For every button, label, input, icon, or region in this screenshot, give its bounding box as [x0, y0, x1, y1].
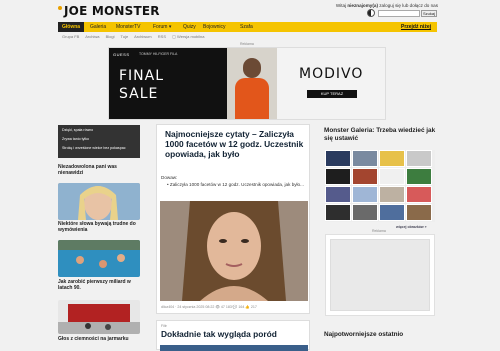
model-head-shape	[243, 58, 261, 78]
subnav-item[interactable]: Archiwa	[85, 34, 99, 39]
gallery-thumb[interactable]	[379, 150, 405, 167]
gallery-thumb[interactable]	[379, 186, 405, 203]
dark-box-line: Strokę i wrześlone wielce bez pokaspac	[62, 146, 126, 150]
subnav-item[interactable]: RSS	[158, 34, 166, 39]
nav-item-szafa[interactable]: Szafa	[240, 22, 253, 32]
left-item-title[interactable]: Jak zarobić pierwszy miliard w latach 90…	[58, 279, 140, 291]
dark-box-line: Zrywa tanio tylko	[62, 137, 89, 141]
banner-brands: TOMMY HILFIGER FILA	[139, 52, 178, 56]
banner-left-panel: GUESS TOMMY HILFIGER FILA FINAL SALE	[109, 48, 227, 119]
gallery-thumb[interactable]	[379, 204, 405, 221]
logo-text: JOE MONSTER	[64, 4, 160, 18]
left-dark-box[interactable]: Dzięki, spała równo Zrywa tanio tylko St…	[58, 125, 140, 158]
nav-item-monstertv[interactable]: MonsterTV	[116, 22, 140, 32]
left-item-title[interactable]: Niezadowolona pani was nienawidzi	[58, 164, 140, 176]
gallery-title[interactable]: Monster Galeria: Trzeba wiedzieć jak się…	[324, 127, 444, 143]
subnav-item[interactable]: Archiwum	[134, 34, 152, 39]
pool-image	[58, 240, 140, 277]
ad-banner[interactable]: GUESS TOMMY HILFIGER FILA FINAL SALE MOD…	[108, 47, 386, 120]
gallery-thumb[interactable]	[325, 150, 351, 167]
login-prefix: Witaj	[335, 3, 348, 8]
subnav-item[interactable]: Tuje	[121, 34, 129, 39]
gallery-thumb[interactable]	[325, 186, 351, 203]
right-ad-box[interactable]	[325, 234, 435, 316]
subnav-item[interactable]: ▢ Wersja mobilna	[172, 34, 204, 39]
gallery-thumb[interactable]	[406, 204, 432, 221]
subnav-item[interactable]: Grupa FB	[62, 34, 79, 39]
gallery-thumb[interactable]	[325, 168, 351, 185]
sub-nav: Grupa FB Archiwa Blogi Tuje Archiwum RSS…	[62, 34, 210, 40]
gallery-more-link[interactable]: więcej obrazków »	[396, 225, 427, 229]
login-message: Witaj nieznajomy(a) zaloguj się lub dołą…	[336, 3, 438, 8]
main-article-bullet: • Zaliczyła 1000 facetów w 12 godz. Ucze…	[167, 182, 304, 187]
subnav-item[interactable]: Blogi	[106, 34, 115, 39]
woman-photo-image	[160, 201, 308, 301]
nav-item-forum[interactable]: Forum ▾	[153, 22, 171, 32]
nav-item-glowna[interactable]: Główna	[58, 22, 85, 32]
banner-model-image	[227, 48, 277, 119]
login-user[interactable]: nieznajomy(a)	[347, 3, 378, 8]
banner-right-panel: MODIVO KUP TERAZ	[277, 48, 385, 119]
right-bottom-title[interactable]: Najpotworniejsze ostatnio	[324, 331, 444, 339]
banner-cta-button[interactable]: KUP TERAZ	[307, 90, 357, 98]
gallery-thumb[interactable]	[406, 186, 432, 203]
main-nav: Główna Galeria MonsterTV Forum ▾ Quizy B…	[58, 22, 437, 32]
banner-brand-right: MODIVO	[299, 66, 364, 82]
right-ad-label: Reklama	[372, 229, 386, 233]
left-thumbnail[interactable]	[58, 300, 140, 334]
left-item-title[interactable]: Niektóre słowa bywają trudne do wymówien…	[58, 221, 140, 233]
site-logo[interactable]: JOE MONSTER	[58, 4, 160, 18]
main-article-card[interactable]: Najmocniejsze cytaty – Zaliczyła 1000 fa…	[156, 124, 310, 314]
gallery-thumb[interactable]	[352, 204, 378, 221]
login-suffix: zaloguj się lub dołącz do nas	[377, 3, 438, 8]
left-thumbnail[interactable]	[58, 240, 140, 277]
main-bullet-text: Zaliczyła 1000 facetów w 12 godz. Uczest…	[169, 182, 304, 187]
banner-brand-left: GUESS	[113, 52, 130, 57]
left-item-title[interactable]: Głos z ciemności na jarmarku	[58, 336, 140, 342]
gallery-grid[interactable]	[325, 150, 435, 222]
second-article-image[interactable]	[160, 345, 308, 351]
ad-label: Reklama	[240, 42, 254, 46]
gallery-thumb[interactable]	[406, 150, 432, 167]
gallery-thumb[interactable]	[352, 168, 378, 185]
nav-item-quizy[interactable]: Quizy	[183, 22, 196, 32]
model-jacket-shape	[235, 78, 269, 119]
woman-portrait-image	[58, 183, 140, 220]
main-article-image[interactable]	[160, 201, 308, 301]
dark-box-line: Dzięki, spała równo	[62, 128, 94, 132]
gallery-thumb[interactable]	[406, 168, 432, 185]
second-article-card[interactable]: Filtr Dokładnie tak wygląda poród	[156, 320, 310, 351]
second-article-tag: Filtr	[161, 324, 167, 328]
right-ad-placeholder	[330, 239, 430, 311]
banner-headline-2: SALE	[119, 86, 159, 102]
gallery-thumb[interactable]	[352, 186, 378, 203]
nav-item-bojownicy[interactable]: Bojownicy	[203, 22, 226, 32]
dark-mode-toggle-icon[interactable]	[367, 9, 375, 17]
main-article-title[interactable]: Najmocniejsze cytaty – Zaliczyła 1000 fa…	[165, 129, 305, 159]
gallery-thumb[interactable]	[352, 150, 378, 167]
left-thumbnail[interactable]	[58, 183, 140, 220]
main-article-meta: dlicz404 · 24 stycznia 2025 08:22 👁 47 1…	[161, 305, 257, 309]
top-bar: JOE MONSTER Witaj nieznajomy(a) zaloguj …	[0, 0, 500, 20]
nav-item-galeria[interactable]: Galeria	[90, 22, 106, 32]
fair-image	[58, 300, 140, 334]
search-input[interactable]	[378, 10, 420, 17]
gallery-thumb[interactable]	[379, 168, 405, 185]
search-button[interactable]: Szukaj	[421, 10, 437, 17]
gallery-thumb[interactable]	[325, 204, 351, 221]
logo-dot-icon	[58, 6, 62, 10]
second-article-title[interactable]: Dokładnie tak wygląda poród	[161, 329, 277, 339]
main-article-lead: Dowaw:	[161, 175, 178, 180]
skip-down-link[interactable]: Przejdź niżej	[401, 22, 431, 32]
banner-headline-1: FINAL	[119, 68, 165, 84]
